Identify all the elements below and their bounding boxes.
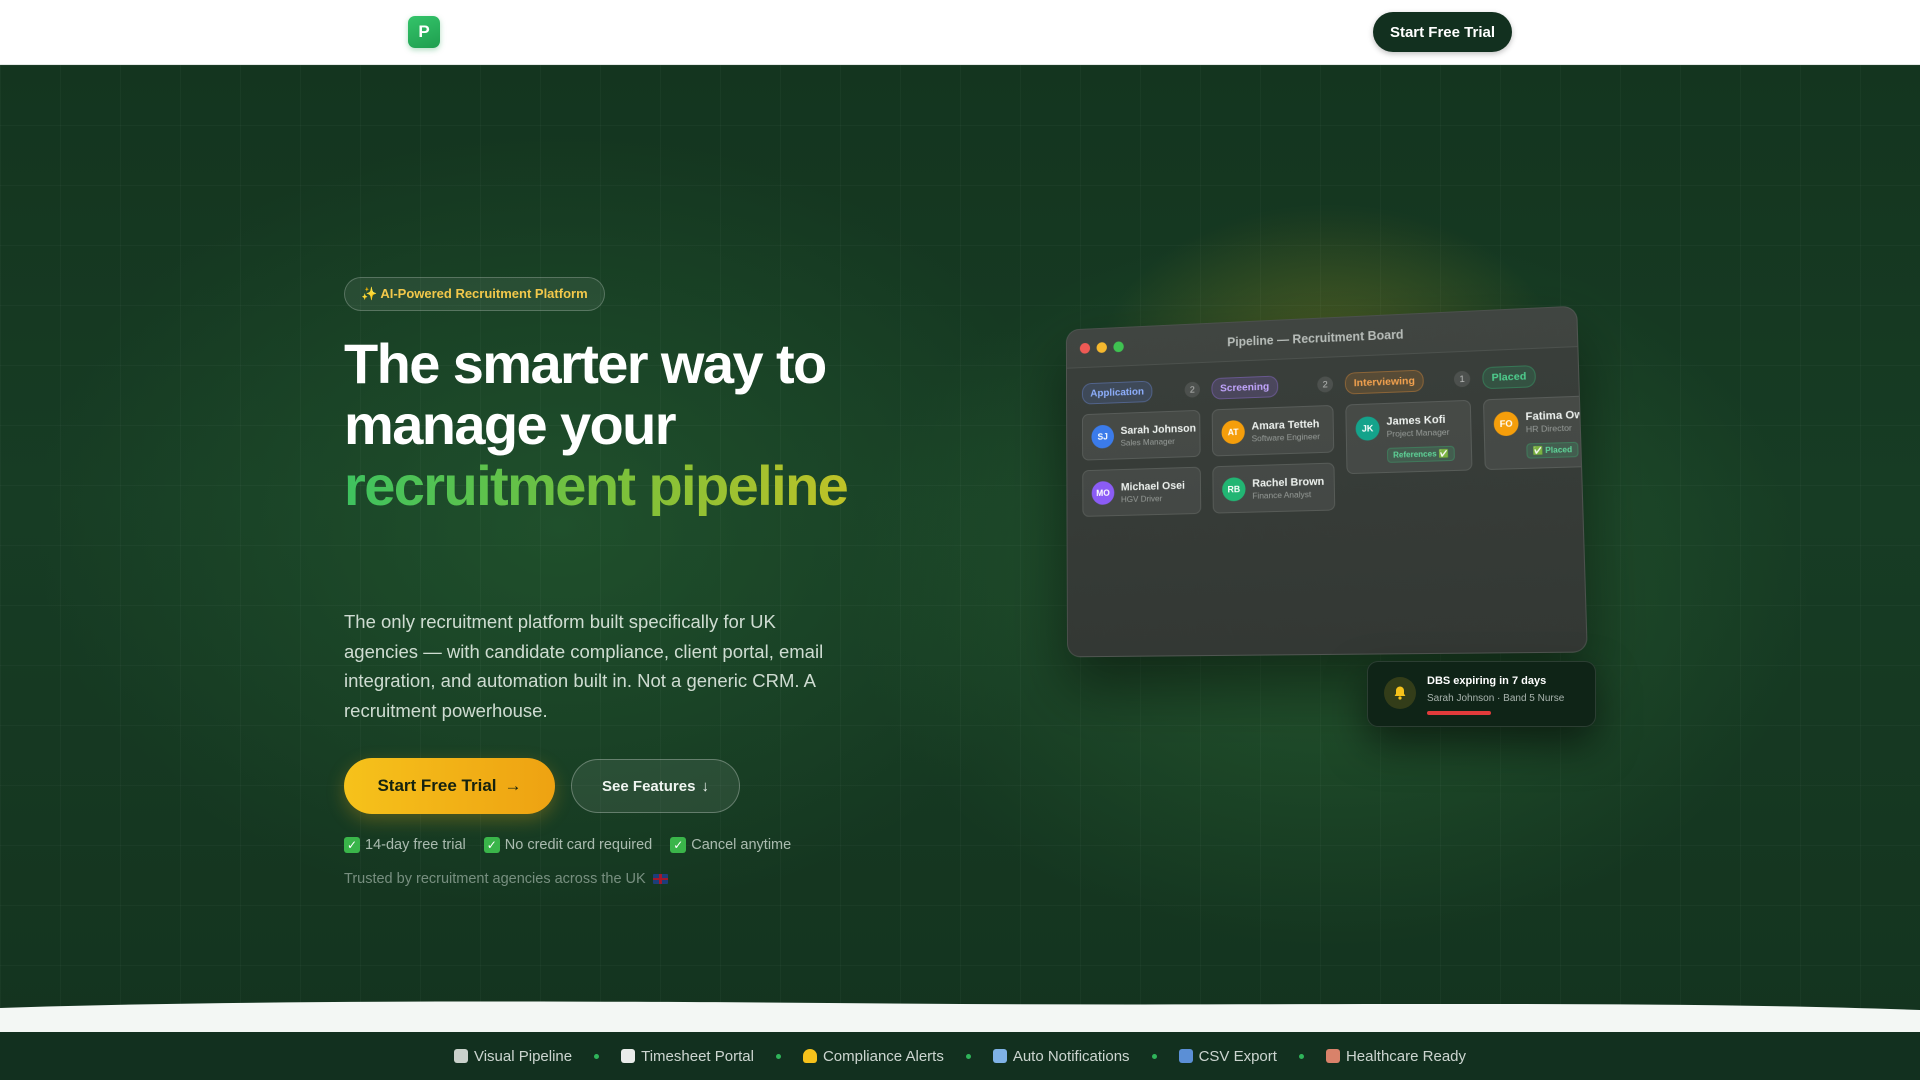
ticker-item: Compliance Alerts (803, 1048, 944, 1065)
ticker-label: Auto Notifications (1013, 1048, 1130, 1065)
bell-icon (803, 1049, 817, 1063)
see-features-label: See Features (602, 778, 695, 795)
chart-icon (1179, 1049, 1193, 1063)
candidate-card[interactable]: MO Michael Osei HGV Driver (1082, 467, 1201, 517)
headline-line-2: manage your (344, 394, 964, 455)
stage-count: 1 (1454, 371, 1471, 388)
arrow-right-icon: → (505, 776, 522, 796)
grid-background (0, 65, 1920, 1032)
feature-ticker: Visual Pipeline Timesheet Portal Complia… (0, 1032, 1920, 1080)
candidate-role: HGV Driver (1121, 492, 1185, 504)
start-free-trial-button[interactable]: Start Free Trial → (344, 758, 555, 814)
board-column-screening: Screening 2 AT Amara Tetteh Software Engi… (1211, 373, 1335, 523)
perk-item: ✓ 14-day free trial (344, 837, 466, 853)
platform-badge: ✨ AI-Powered Recruitment Platform (344, 277, 605, 311)
perk-label: 14-day free trial (365, 837, 466, 853)
avatar: FO (1494, 411, 1519, 436)
ticker-label: CSV Export (1199, 1048, 1277, 1065)
calendar-icon (621, 1049, 635, 1063)
arrow-down-icon: ↓ (701, 778, 709, 795)
section-divider-curve (0, 1000, 1920, 1032)
ticker-separator (966, 1054, 971, 1059)
candidate-card[interactable]: JK James Kofi Project Manager References ✅ (1345, 400, 1472, 474)
avatar: SJ (1091, 425, 1114, 449)
candidate-role: Software Engineer (1252, 431, 1321, 443)
bell-icon (1384, 677, 1416, 709)
ticker-item: Timesheet Portal (621, 1048, 754, 1065)
start-free-trial-label: Start Free Trial (377, 776, 496, 796)
perks-list: ✓ 14-day free trial ✓ No credit card requi… (344, 837, 791, 853)
candidate-role: Project Manager (1387, 427, 1455, 439)
perk-item: ✓ No credit card required (484, 837, 653, 853)
trusted-by-text: Trusted by recruitment agencies across t… (344, 871, 668, 887)
status-badge: References ✅ (1387, 446, 1455, 463)
ticker-separator (594, 1054, 599, 1059)
trusted-label: Trusted by recruitment agencies across t… (344, 871, 646, 887)
perk-label: No credit card required (505, 837, 653, 853)
hospital-icon (1326, 1049, 1340, 1063)
top-nav: P Start Free Trial (0, 0, 1920, 65)
avatar: AT (1221, 420, 1244, 444)
checkmark-icon: ✓ (344, 837, 360, 853)
avatar: MO (1092, 481, 1115, 505)
board-column-interviewing: Interviewing 1 JK James Kofi Project Mana… (1345, 368, 1474, 521)
candidate-role: Sales Manager (1121, 435, 1197, 447)
perk-label: Cancel anytime (691, 837, 791, 853)
ticker-label: Compliance Alerts (823, 1048, 944, 1065)
candidate-card[interactable]: FO Fatima Owu HR Director ✅ Placed (1483, 395, 1588, 471)
candidate-card[interactable]: AT Amara Tetteh Software Engineer (1212, 405, 1335, 457)
hero-subtext: The only recruitment platform built spec… (344, 607, 834, 725)
checkmark-icon: ✓ (670, 837, 686, 853)
candidate-role: Finance Analyst (1252, 488, 1324, 500)
ticker-label: Healthcare Ready (1346, 1048, 1466, 1065)
email-icon (993, 1049, 1007, 1063)
candidate-name: Fatima Owu (1525, 409, 1587, 423)
nav-start-trial-button[interactable]: Start Free Trial (1373, 12, 1512, 52)
stage-label: Interviewing (1345, 370, 1425, 395)
ticker-separator (1299, 1054, 1304, 1059)
ticker-label: Visual Pipeline (474, 1048, 572, 1065)
stage-count: 2 (1185, 382, 1200, 398)
stage-label: Screening (1211, 375, 1278, 399)
pipeline-board-preview: Pipeline — Recruitment Board Application… (1066, 306, 1588, 658)
see-features-button[interactable]: See Features ↓ (571, 759, 740, 813)
notification-subtitle: Sarah Johnson · Band 5 Nurse (1427, 693, 1564, 704)
ticker-item: Visual Pipeline (454, 1048, 572, 1065)
checkmark-icon: ✓ (484, 837, 500, 853)
board-column-application: Application 2 SJ Sarah Johnson Sales Mana… (1082, 379, 1202, 527)
uk-flag-icon (653, 874, 668, 884)
notification-title: DBS expiring in 7 days (1427, 675, 1546, 687)
stage-label: Placed (1482, 365, 1536, 389)
ticker-item: CSV Export (1179, 1048, 1277, 1065)
board-column-placed: Placed FO Fatima Owu HR Director ✅ Placed (1482, 362, 1588, 517)
ticker-separator (776, 1054, 781, 1059)
headline-highlight: recruitment pipeline (344, 455, 964, 516)
hero-section: ✨ AI-Powered Recruitment Platform The sm… (0, 65, 1920, 1032)
status-badge: ✅ Placed (1526, 442, 1578, 459)
ticker-label: Timesheet Portal (641, 1048, 754, 1065)
candidate-card[interactable]: RB Rachel Brown Finance Analyst (1212, 463, 1335, 514)
candidate-card[interactable]: SJ Sarah Johnson Sales Manager (1082, 410, 1201, 461)
stage-label: Application (1082, 381, 1153, 405)
ticker-item: Healthcare Ready (1326, 1048, 1466, 1065)
ticker-separator (1152, 1054, 1157, 1059)
stage-count: 2 (1317, 376, 1333, 392)
candidate-name: Rachel Brown (1252, 475, 1324, 489)
candidate-name: James Kofi (1386, 413, 1454, 427)
candidate-name: Michael Osei (1121, 479, 1185, 493)
expiry-progress-bar (1427, 711, 1491, 715)
candidate-name: Amara Tetteh (1251, 418, 1320, 432)
logo-icon[interactable]: P (408, 16, 440, 48)
compliance-notification[interactable]: DBS expiring in 7 days Sarah Johnson · B… (1367, 661, 1596, 727)
avatar: JK (1355, 416, 1379, 441)
perk-item: ✓ Cancel anytime (670, 837, 791, 853)
clipboard-icon (454, 1049, 468, 1063)
headline-line-1: The smarter way to (344, 333, 964, 394)
avatar: RB (1222, 477, 1246, 501)
ticker-item: Auto Notifications (993, 1048, 1130, 1065)
candidate-role: HR Director (1526, 422, 1588, 434)
hero-headline: The smarter way to manage your recruitme… (344, 333, 964, 516)
